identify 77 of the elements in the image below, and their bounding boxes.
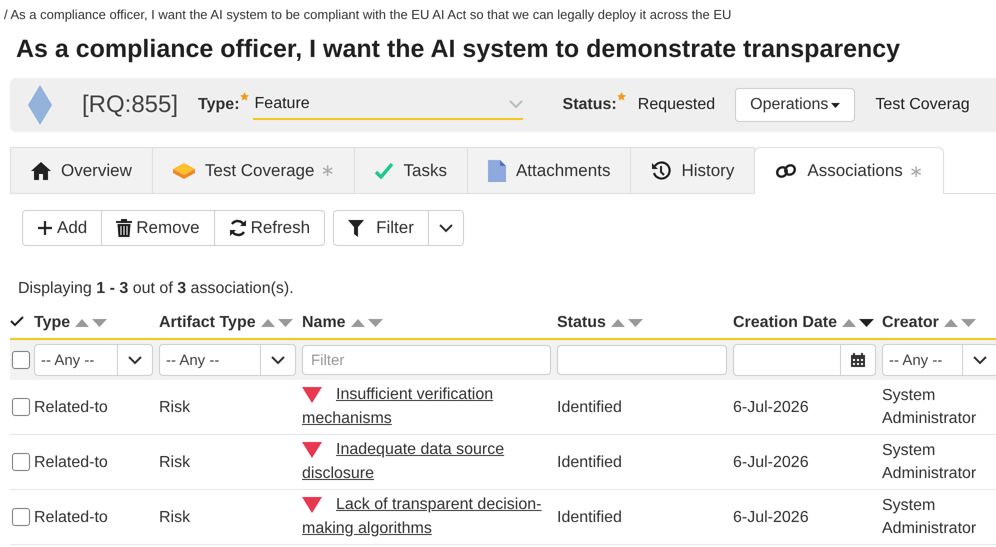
asterisk-icon: ∗ xyxy=(320,160,334,181)
link-icon xyxy=(775,161,798,181)
check-icon xyxy=(375,162,394,178)
column-header[interactable]: Creation Date xyxy=(733,314,838,332)
filter-field[interactable] xyxy=(557,345,727,375)
table-cell-text: System Administrator xyxy=(882,386,978,429)
chevron-down-icon xyxy=(973,356,987,364)
check-icon[interactable] xyxy=(10,316,24,327)
trash-icon xyxy=(116,219,132,237)
risk-icon xyxy=(302,497,322,513)
column-header[interactable]: Status xyxy=(557,314,606,332)
table-cell: Identified xyxy=(557,398,622,416)
table-cell: Risk xyxy=(159,398,190,416)
toolbar-button[interactable]: Refresh xyxy=(214,211,324,245)
name-link[interactable]: Inadequate data source disclosure xyxy=(302,438,551,486)
refresh-icon xyxy=(228,219,247,237)
dropdown-button[interactable] xyxy=(428,211,463,245)
history-icon xyxy=(651,160,672,180)
test-coverage-label: Test Coverag xyxy=(875,96,970,114)
chevron-down-icon xyxy=(128,356,142,364)
table-cell: Related-to xyxy=(34,508,108,526)
caret-icon xyxy=(831,102,840,108)
row-checkbox[interactable] xyxy=(12,453,30,472)
filter-dropdown[interactable]: -- Any -- xyxy=(882,344,996,376)
tab[interactable]: History xyxy=(630,147,756,193)
table-cell: Risk xyxy=(159,508,190,526)
table-cell: Related-to xyxy=(34,398,108,416)
plus-icon xyxy=(37,220,53,236)
column-header[interactable]: Name xyxy=(302,314,346,332)
document-icon xyxy=(488,160,506,182)
box-icon xyxy=(172,162,195,178)
table-cell-text: System Administrator xyxy=(882,496,978,539)
requirement-id: [RQ:855] xyxy=(82,91,178,119)
status-value: Requested xyxy=(638,96,716,114)
table-cell: 6-Jul-2026 xyxy=(733,508,809,526)
table-cell: Identified xyxy=(557,508,622,526)
table-cell-text: System Administrator xyxy=(882,441,978,484)
chevron-down-icon xyxy=(271,356,285,364)
risk-icon xyxy=(302,387,322,403)
table-cell: Related-to xyxy=(34,454,108,470)
column-header[interactable]: Artifact Type xyxy=(159,314,256,332)
select-all-checkbox[interactable] xyxy=(12,350,30,369)
table-cell: Risk xyxy=(159,454,190,470)
filter-icon xyxy=(348,220,364,236)
type-label: Type: xyxy=(198,96,240,114)
asterisk-icon: ∗ xyxy=(908,160,923,182)
summary-text: Displaying 1 - 3 out of 3 association(s). xyxy=(18,280,295,298)
risk-icon xyxy=(302,442,322,458)
date-filter-field[interactable] xyxy=(733,344,876,376)
home-icon xyxy=(31,162,51,180)
tab[interactable]: Test Coverage ∗ xyxy=(152,147,356,193)
column-header[interactable]: Creator xyxy=(882,314,939,332)
tab[interactable]: Associations ∗ xyxy=(754,147,944,194)
status-label: Status: xyxy=(562,96,617,114)
name-link[interactable]: Insufficient verification mechanisms xyxy=(302,383,551,431)
chevron-down-icon xyxy=(508,100,523,108)
breadcrumb[interactable]: / As a compliance officer, I want the AI system to be compliant with the EU AI Act so that we can legally deploy it across the EU xyxy=(4,0,996,22)
row-checkbox[interactable] xyxy=(12,398,30,416)
chevron-down-icon xyxy=(438,224,453,232)
column-header[interactable]: Type xyxy=(34,314,70,332)
filter-field[interactable]: Filter xyxy=(302,345,551,375)
calendar-icon xyxy=(851,353,865,367)
operations-button[interactable]: Operations xyxy=(735,88,856,122)
name-link[interactable]: Lack of transparent decision-making algorithms xyxy=(302,493,551,541)
filter-dropdown[interactable]: -- Any -- xyxy=(34,344,153,376)
table-cell: 6-Jul-2026 xyxy=(733,398,809,416)
tab[interactable]: Tasks xyxy=(354,147,468,193)
sort-icon[interactable] xyxy=(841,318,876,328)
tab[interactable]: Overview xyxy=(10,147,153,193)
type-dropdown[interactable]: Feature xyxy=(252,90,523,120)
table-cell: 6-Jul-2026 xyxy=(733,454,809,470)
diamond-icon xyxy=(28,85,52,125)
table-cell: Identified xyxy=(557,454,622,470)
page-title: As a compliance officer, I want the AI system to demonstrate transparency xyxy=(16,35,902,64)
filter-dropdown[interactable]: -- Any -- xyxy=(159,344,296,376)
tab[interactable]: Attachments xyxy=(466,147,632,193)
row-checkbox[interactable] xyxy=(12,508,30,526)
